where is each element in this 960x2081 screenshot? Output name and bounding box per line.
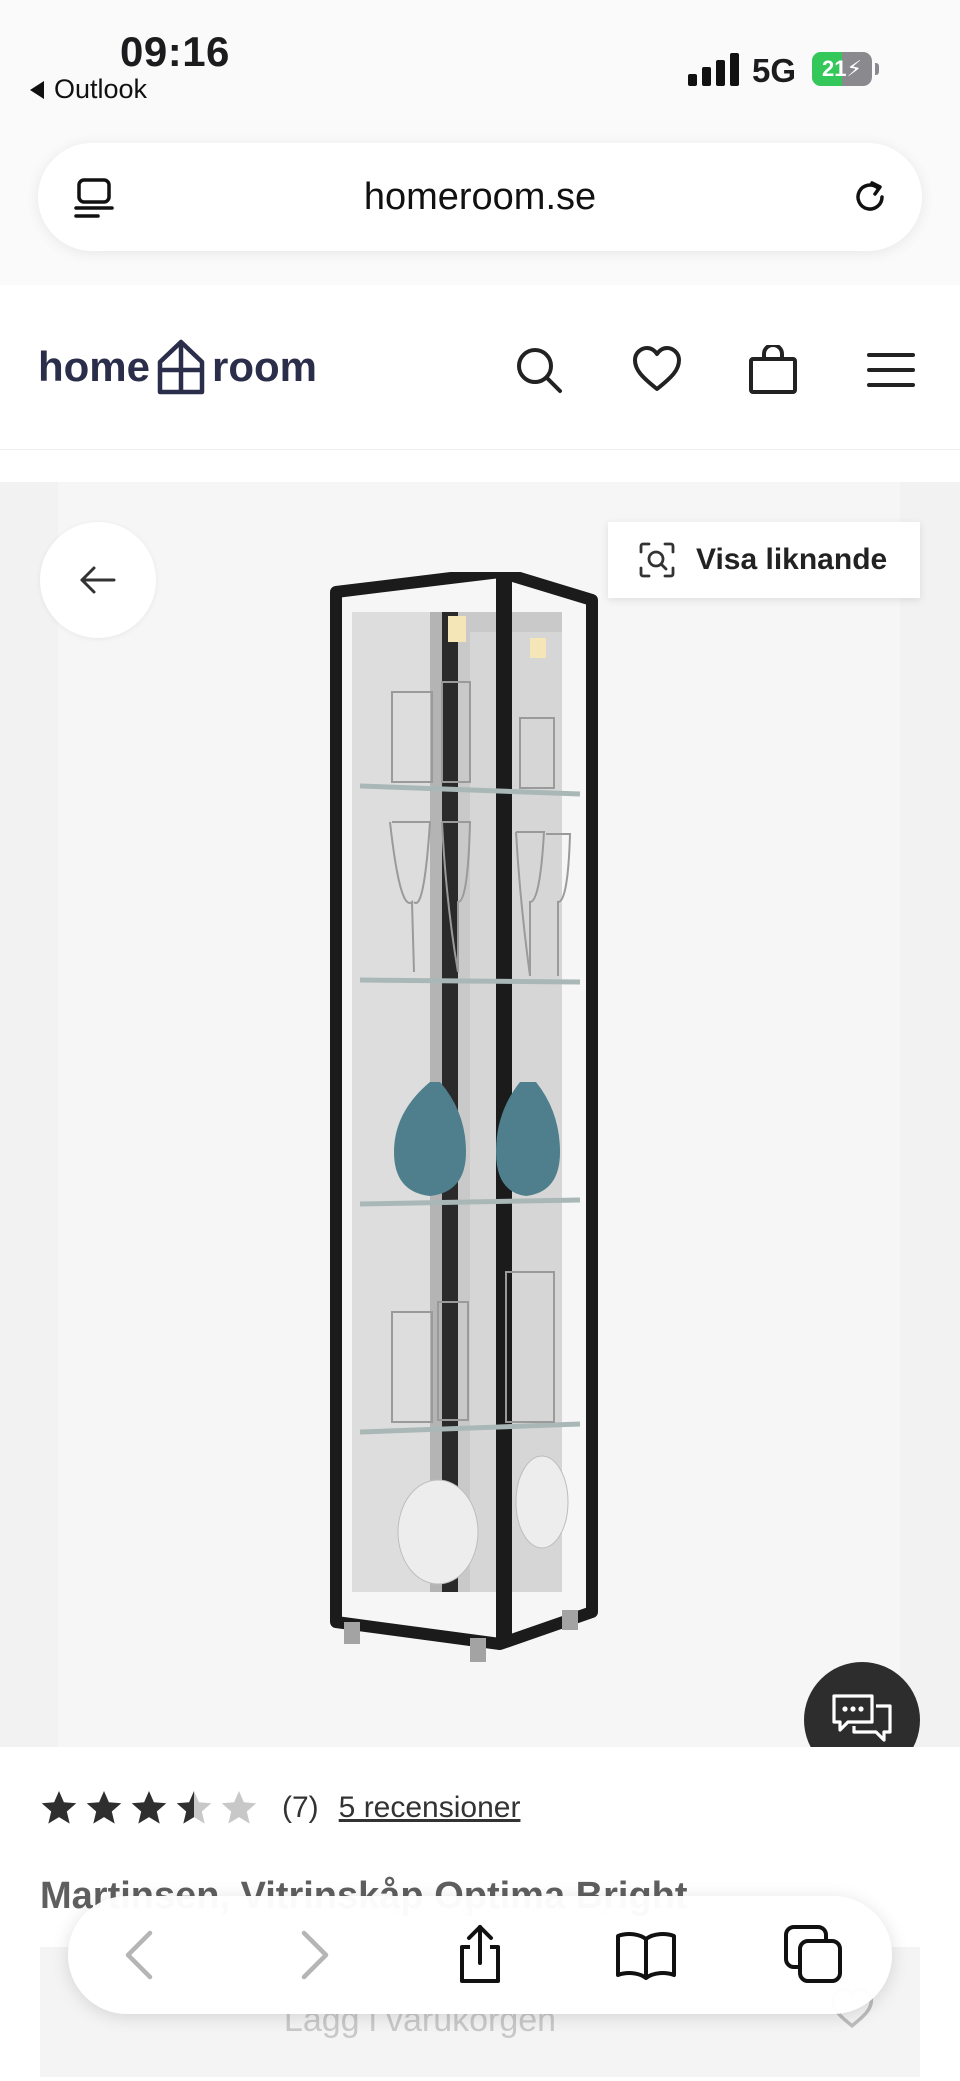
reviews-link[interactable]: 5 recensioner: [339, 1791, 521, 1825]
show-similar-label: Visa liknande: [696, 543, 888, 576]
status-bar: 09:16 Outlook 5G 21⚡: [0, 0, 960, 115]
tabs-icon: [784, 1925, 842, 1983]
rating-stars: [40, 1789, 258, 1827]
reload-icon[interactable]: [848, 175, 892, 219]
tabs-button[interactable]: [782, 1923, 846, 1987]
heart-icon[interactable]: [632, 345, 682, 395]
browser-toolbar: [68, 1896, 892, 2014]
bookmarks-button[interactable]: [614, 1923, 678, 1987]
star-icon: [176, 1791, 212, 1824]
back-to-app-link[interactable]: Outlook: [30, 74, 147, 105]
browser-forward-button[interactable]: [280, 1923, 344, 1987]
chevron-left-icon: [125, 1930, 153, 1980]
menu-icon[interactable]: [866, 345, 916, 395]
back-app-label: Outlook: [54, 74, 148, 104]
battery-percent: 21⚡: [822, 56, 862, 81]
back-triangle-icon: [30, 80, 44, 99]
search-icon[interactable]: [514, 345, 564, 395]
star-icon: [86, 1791, 122, 1824]
homeroom-logo[interactable]: home room: [38, 337, 317, 397]
logo-text-room: room: [212, 343, 318, 390]
share-icon: [460, 1925, 500, 1983]
shopping-bag-icon[interactable]: [748, 345, 798, 395]
star-icon: [131, 1791, 167, 1824]
star-icon: [41, 1791, 77, 1824]
address-bar[interactable]: homeroom.se: [38, 143, 922, 251]
product-image-gallery[interactable]: Visa liknande: [0, 482, 960, 1778]
status-time: 09:16: [120, 28, 230, 75]
visual-search-icon: [639, 542, 675, 578]
product-rating: (7) 5 recensioner: [40, 1789, 520, 1827]
cellular-signal-icon: [688, 52, 739, 86]
chevron-right-icon: [301, 1930, 329, 1980]
chat-bubbles-icon: [832, 1694, 892, 1742]
star-icon: [221, 1791, 257, 1824]
battery-icon: 21⚡: [812, 52, 879, 86]
logo-text-home: home: [38, 343, 151, 390]
url-text: homeroom.se: [363, 176, 597, 218]
show-similar-button[interactable]: Visa liknande: [608, 522, 920, 598]
browser-back-button[interactable]: [110, 1923, 174, 1987]
glass-cabinet-image: [330, 572, 598, 1662]
arrow-left-icon: [80, 566, 116, 594]
network-type: 5G: [752, 52, 797, 89]
house-logo-icon: [157, 339, 205, 395]
gallery-back-button[interactable]: [40, 522, 156, 638]
browser-address-area: homeroom.se: [0, 115, 960, 285]
open-book-icon: [616, 1932, 676, 1980]
site-header: home room: [0, 285, 960, 450]
rating-count: (7): [282, 1791, 319, 1824]
share-button[interactable]: [448, 1923, 512, 1987]
